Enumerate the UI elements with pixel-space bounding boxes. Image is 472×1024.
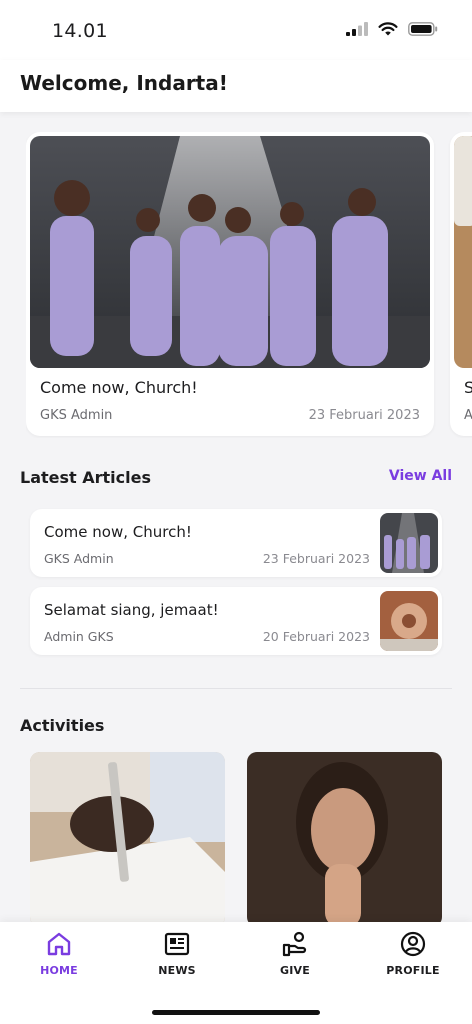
tab-home-label: HOME	[40, 964, 78, 977]
section-divider	[20, 688, 452, 689]
featured-date: 23 Februari 2023	[308, 408, 420, 423]
status-icons	[346, 22, 438, 36]
article-item[interactable]: Selamat siang, jemaat! Admin GKS 20 Febr…	[30, 587, 442, 655]
article-date: 20 Februari 2023	[262, 629, 370, 644]
tab-news[interactable]: NEWS	[127, 930, 227, 986]
user-icon	[400, 931, 426, 957]
tab-profile[interactable]: PROFILE	[363, 930, 463, 986]
article-date: 23 Februari 2023	[262, 551, 370, 566]
article-item[interactable]: Come now, Church! GKS Admin 23 Februari …	[30, 509, 442, 577]
article-thumbnail	[380, 513, 438, 573]
featured-title-next: S	[464, 378, 472, 397]
featured-carousel[interactable]: Come now, Church! GKS Admin 23 Februari …	[26, 132, 472, 438]
article-author: GKS Admin	[44, 551, 114, 566]
view-all-link[interactable]: View All	[389, 468, 452, 484]
welcome-title: Welcome, Indarta!	[20, 71, 228, 95]
wifi-icon	[378, 22, 398, 36]
featured-card[interactable]: Come now, Church! GKS Admin 23 Februari …	[26, 132, 434, 436]
bottom-tab-bar: HOME NEWS GIVE PROFILE	[0, 922, 472, 1024]
activities-heading: Activities	[20, 716, 105, 735]
give-hand-icon	[282, 931, 307, 957]
featured-image	[30, 136, 430, 368]
article-thumbnail	[380, 591, 438, 651]
featured-image-next	[454, 136, 472, 368]
tab-give[interactable]: GIVE	[245, 930, 345, 986]
tab-home[interactable]: HOME	[9, 930, 109, 986]
battery-icon	[408, 22, 438, 36]
home-indicator	[152, 1010, 320, 1015]
activity-card[interactable]	[30, 752, 225, 927]
featured-author: GKS Admin	[40, 408, 113, 423]
tab-give-label: GIVE	[280, 964, 310, 977]
cellular-signal-icon	[346, 22, 368, 36]
tab-profile-label: PROFILE	[386, 964, 440, 977]
article-title: Selamat siang, jemaat!	[44, 601, 219, 619]
article-title: Come now, Church!	[44, 523, 192, 541]
status-time: 14.01	[52, 20, 108, 42]
article-author: Admin GKS	[44, 629, 114, 644]
latest-articles-heading: Latest Articles	[20, 468, 151, 487]
featured-author-next: A	[464, 408, 472, 423]
featured-title: Come now, Church!	[40, 378, 198, 397]
app-header: Welcome, Indarta!	[0, 60, 472, 112]
featured-card-next[interactable]: S A	[450, 132, 472, 436]
activity-card[interactable]	[247, 752, 442, 927]
newspaper-icon	[164, 932, 190, 956]
status-bar: 14.01	[0, 0, 472, 60]
tab-news-label: NEWS	[158, 964, 196, 977]
home-icon	[47, 932, 71, 956]
